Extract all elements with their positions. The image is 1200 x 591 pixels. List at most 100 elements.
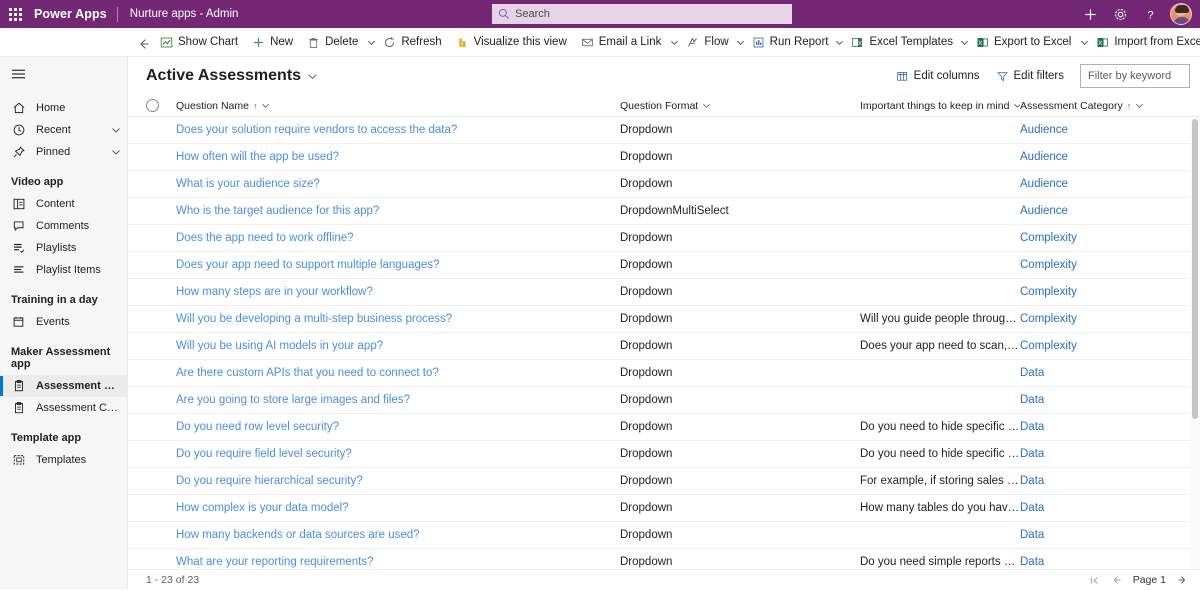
question-name-chevron-down-icon[interactable] [261, 101, 270, 110]
assessment-category-chevron-down-icon[interactable] [1135, 101, 1144, 110]
excel-templates-chevron-down-icon[interactable] [960, 28, 969, 56]
assessment-category-link[interactable]: Audience [1020, 205, 1068, 217]
question-name-link[interactable]: Are there custom APIs that you need to c… [176, 367, 439, 379]
question-format-chevron-down-icon[interactable] [702, 101, 711, 110]
important-things-chevron-down-icon[interactable] [1013, 101, 1020, 110]
edit-filters-button[interactable]: Edit filters [988, 63, 1073, 89]
assessment-category-link[interactable]: Audience [1020, 178, 1068, 190]
question-name-link[interactable]: Do you need row level security? [176, 421, 339, 433]
table-row[interactable]: Does your solution require vendors to ac… [128, 117, 1200, 144]
sidebar-item-templates[interactable]: Templates [0, 449, 127, 471]
assessment-category-link[interactable]: Data [1020, 556, 1044, 568]
question-name-link[interactable]: How many backends or data sources are us… [176, 529, 420, 541]
table-row[interactable]: How complex is your data model?DropdownH… [128, 495, 1200, 522]
question-name-link[interactable]: Does your solution require vendors to ac… [176, 124, 457, 136]
assessment-category-link[interactable]: Complexity [1020, 340, 1077, 352]
global-search[interactable] [492, 4, 792, 24]
question-name-link[interactable]: Does the app need to work offline? [176, 232, 354, 244]
table-row[interactable]: How many backends or data sources are us… [128, 522, 1200, 549]
filter-by-keyword-input[interactable] [1088, 70, 1182, 82]
search-input[interactable] [515, 5, 786, 23]
column-header-question-format[interactable]: Question Format [620, 100, 860, 112]
delete-chevron-down-icon[interactable] [367, 28, 376, 56]
table-row[interactable]: Do you require hierarchical security?Dro… [128, 468, 1200, 495]
select-all-checkbox[interactable] [146, 99, 159, 112]
pinned-chevron-down-icon[interactable] [111, 147, 121, 157]
back-button[interactable] [131, 30, 157, 57]
brand-title[interactable]: Power Apps [30, 7, 117, 21]
edit-columns-button[interactable]: Edit columns [888, 63, 988, 89]
previous-page-button[interactable] [1107, 571, 1127, 589]
question-name-link[interactable]: Does your app need to support multiple l… [176, 259, 439, 271]
assessment-category-link[interactable]: Complexity [1020, 259, 1077, 271]
export-excel-chevron-down-icon[interactable] [1080, 28, 1089, 56]
question-name-link[interactable]: How often will the app be used? [176, 151, 339, 163]
assessment-category-link[interactable]: Data [1020, 394, 1044, 406]
visualize-view-button[interactable]: Visualize this view [449, 28, 574, 56]
question-name-link[interactable]: Will you be developing a multi-step busi… [176, 313, 452, 325]
question-name-link[interactable]: Do you require field level security? [176, 448, 352, 460]
question-name-link[interactable]: Who is the target audience for this app? [176, 205, 379, 217]
question-name-link[interactable]: What is your audience size? [176, 178, 320, 190]
sidebar-item-playlists[interactable]: Playlists [0, 237, 127, 259]
assessment-category-link[interactable]: Audience [1020, 124, 1068, 136]
app-launcher-icon[interactable] [0, 0, 30, 28]
flow-chevron-down-icon[interactable] [736, 28, 745, 56]
page-title[interactable]: Active Assessments [146, 67, 301, 85]
sidebar-item-content[interactable]: Content [0, 193, 127, 215]
assessment-category-link[interactable]: Complexity [1020, 313, 1077, 325]
table-row[interactable]: Does your app need to support multiple l… [128, 252, 1200, 279]
table-row[interactable]: What are your reporting requirements?Dro… [128, 549, 1200, 569]
table-row[interactable]: Do you need row level security?DropdownD… [128, 414, 1200, 441]
question-name-link[interactable]: What are your reporting requirements? [176, 556, 374, 568]
sidebar-item-comments[interactable]: Comments [0, 215, 127, 237]
table-row[interactable]: Do you require field level security?Drop… [128, 441, 1200, 468]
sidebar-item-recent[interactable]: Recent [0, 119, 127, 141]
sidebar-item-home[interactable]: Home [0, 97, 127, 119]
assessment-category-link[interactable]: Data [1020, 475, 1044, 487]
column-header-question-name[interactable]: Question Name ↑ [170, 100, 620, 112]
flow-button[interactable]: Flow [679, 28, 735, 56]
question-name-link[interactable]: Will you be using AI models in your app? [176, 340, 383, 352]
column-header-important-things[interactable]: Important things to keep in mind [860, 100, 1020, 112]
filter-by-keyword-box[interactable] [1080, 64, 1190, 88]
assessment-category-link[interactable]: Data [1020, 529, 1044, 541]
hamburger-menu-icon[interactable] [0, 59, 127, 89]
sidebar-item-assessment-questions[interactable]: Assessment Questions [0, 375, 127, 397]
question-name-link[interactable]: How many steps are in your workflow? [176, 286, 373, 298]
run-report-button[interactable]: Run Report [745, 28, 836, 56]
assessment-category-link[interactable]: Data [1020, 367, 1044, 379]
assessment-category-link[interactable]: Data [1020, 448, 1044, 460]
question-name-link[interactable]: Do you require hierarchical security? [176, 475, 363, 487]
table-row[interactable]: How many steps are in your workflow?Drop… [128, 279, 1200, 306]
table-row[interactable]: How often will the app be used?DropdownA… [128, 144, 1200, 171]
new-icon[interactable] [1076, 0, 1104, 28]
new-button[interactable]: New [245, 28, 300, 56]
sidebar-item-playlist-items[interactable]: Playlist Items [0, 259, 127, 281]
table-row[interactable]: What is your audience size?DropdownAudie… [128, 171, 1200, 198]
run-report-chevron-down-icon[interactable] [835, 28, 844, 56]
grid-vertical-scrollbar[interactable] [1190, 117, 1200, 569]
email-link-button[interactable]: Email a Link [574, 28, 669, 56]
gear-icon[interactable] [1106, 0, 1134, 28]
recent-chevron-down-icon[interactable] [111, 125, 121, 135]
show-chart-button[interactable]: Show Chart [153, 28, 245, 56]
question-name-link[interactable]: Are you going to store large images and … [176, 394, 410, 406]
table-row[interactable]: Does the app need to work offline?Dropdo… [128, 225, 1200, 252]
assessment-category-link[interactable]: Complexity [1020, 286, 1077, 298]
view-selector-chevron-down-icon[interactable] [307, 71, 318, 82]
table-row[interactable]: Who is the target audience for this app?… [128, 198, 1200, 225]
sidebar-item-events[interactable]: Events [0, 311, 127, 333]
assessment-category-link[interactable]: Data [1020, 502, 1044, 514]
refresh-button[interactable]: Refresh [376, 28, 448, 56]
table-row[interactable]: Will you be using AI models in your app?… [128, 333, 1200, 360]
column-header-assessment-category[interactable]: Assessment Category ↑ [1020, 100, 1200, 112]
table-row[interactable]: Are there custom APIs that you need to c… [128, 360, 1200, 387]
first-page-button[interactable] [1085, 571, 1105, 589]
email-link-chevron-down-icon[interactable] [670, 28, 679, 56]
grid-scrollbar-thumb[interactable] [1192, 119, 1198, 419]
export-to-excel-button[interactable]: X Export to Excel [969, 28, 1078, 56]
sidebar-item-assessment-categories[interactable]: Assessment Categori... [0, 397, 127, 419]
question-name-link[interactable]: How complex is your data model? [176, 502, 349, 514]
table-row[interactable]: Are you going to store large images and … [128, 387, 1200, 414]
